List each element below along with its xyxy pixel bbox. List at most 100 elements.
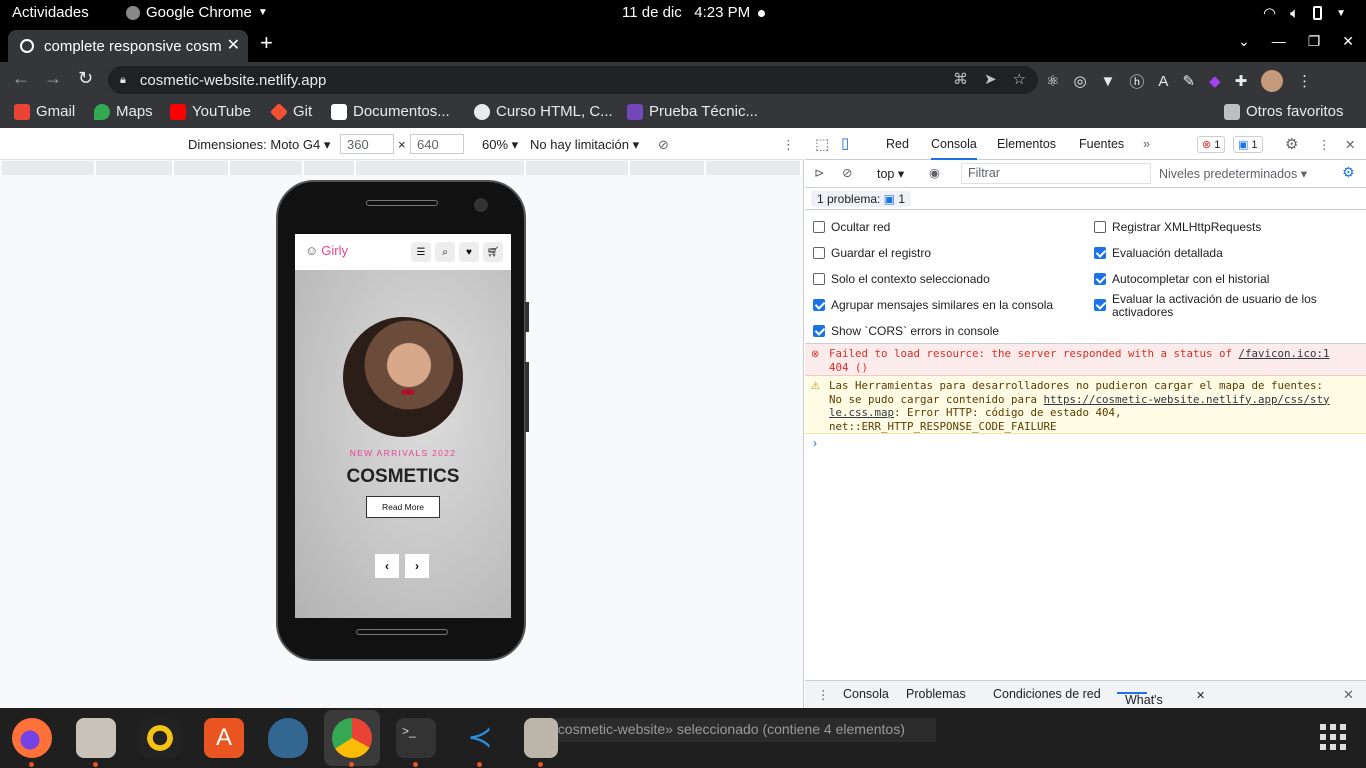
drawer-tab-whats-new[interactable]: What's New (1117, 687, 1163, 721)
bookmark-git[interactable]: Git (269, 102, 312, 121)
rotate-icon[interactable]: ⊘ (658, 137, 669, 153)
device-select[interactable]: Dimensiones: Moto G4 ▾ (188, 137, 330, 153)
address-bar[interactable]: 🔒︎ cosmetic-website.netlify.app ⌘ ➤ ☆ (108, 66, 1038, 94)
system-tray[interactable]: ◠ 🔈︎ ▼ (1263, 4, 1346, 23)
react-devtools-icon[interactable]: ⚛ (1046, 72, 1059, 90)
inspect-icon[interactable]: ⬚ (815, 135, 829, 153)
error-badge[interactable]: ⊗ 1 (1197, 136, 1226, 153)
more-options-icon[interactable]: ⋮ (782, 137, 795, 153)
more-tabs-icon[interactable]: » (1143, 137, 1150, 151)
extension-target-icon[interactable]: ◎ (1073, 72, 1086, 90)
prev-arrow-icon[interactable]: ‹ (375, 554, 399, 578)
clear-console-icon[interactable]: ⊘ (842, 165, 852, 180)
context-select[interactable]: top ▾ (877, 166, 904, 181)
extension-colorpicker-icon[interactable]: ◆ (1209, 72, 1221, 90)
tab-consola[interactable]: Consola (931, 137, 977, 160)
site-logo[interactable]: ☺ Girly (305, 243, 348, 258)
checkbox[interactable] (1094, 299, 1106, 311)
option-ocultar-red[interactable]: Ocultar red (813, 221, 890, 234)
close-tab-icon[interactable]: ✕ (227, 35, 240, 55)
checkbox[interactable] (813, 221, 825, 233)
search-icon[interactable]: ⌕ (435, 242, 455, 262)
drawer-tab-problemas[interactable]: Problemas (906, 687, 966, 701)
device-toggle-icon[interactable]: ▯ (841, 134, 849, 152)
firefox-icon[interactable] (12, 718, 52, 767)
option-agrupar-mensajes[interactable]: Agrupar mensajes similares en la consola (813, 299, 1053, 312)
drawer-menu-icon[interactable]: ⋮ (817, 687, 830, 702)
terminal-icon[interactable]: >_ (396, 718, 436, 767)
chrome-icon[interactable] (332, 718, 372, 767)
close-drawer-icon[interactable]: ✕ (1343, 687, 1354, 703)
software-store-icon[interactable]: A (204, 718, 244, 758)
error-source-link[interactable]: /favicon.ico:1 (1239, 347, 1330, 360)
extension-h-icon[interactable]: ⓗ (1129, 71, 1144, 92)
checkbox[interactable] (813, 325, 825, 337)
translate-icon[interactable]: ⌘ (953, 70, 968, 88)
checkbox[interactable] (813, 273, 825, 285)
bookmark-prueba[interactable]: Prueba Técnic... (627, 103, 758, 120)
checkbox[interactable] (1094, 221, 1106, 233)
close-window-icon[interactable]: ✕ (1342, 33, 1354, 50)
settings-gear-icon[interactable]: ⚙ (1285, 135, 1298, 153)
new-tab-icon[interactable]: + (260, 30, 273, 56)
minimize-icon[interactable]: — (1272, 33, 1286, 50)
live-expression-eye-icon[interactable]: ◉ (929, 165, 940, 180)
files-icon[interactable] (76, 718, 116, 767)
app-menu[interactable]: Google Chrome ▼ (126, 4, 268, 21)
zoom-select[interactable]: 60% ▾ (482, 137, 518, 153)
option-autocompletar[interactable]: Autocompletar con el historial (1094, 273, 1269, 286)
option-registrar-xhr[interactable]: Registrar XMLHttpRequests (1094, 221, 1261, 234)
drawer-tab-condiciones[interactable]: Condiciones de red (993, 687, 1101, 701)
option-solo-contexto[interactable]: Solo el contexto seleccionado (813, 273, 990, 286)
filter-input[interactable]: Filtrar (961, 163, 1151, 184)
activities-button[interactable]: Actividades (12, 4, 89, 21)
vue-devtools-icon[interactable]: ▼ (1101, 73, 1116, 90)
bookmark-star-icon[interactable]: ☆ (1013, 70, 1026, 88)
tab-fuentes[interactable]: Fuentes (1079, 137, 1124, 151)
levels-select[interactable]: Niveles predeterminados ▾ (1159, 166, 1307, 181)
sourcemap-link[interactable]: https://cosmetic-website.netlify.app/css… (1044, 393, 1330, 406)
browser-tab[interactable]: complete responsive cosm ✕ (8, 30, 248, 62)
sourcemap-link-cont[interactable]: le.css.map (829, 406, 894, 419)
console-settings-icon[interactable]: ⚙ (1342, 164, 1355, 181)
option-guardar-registro[interactable]: Guardar el registro (813, 247, 931, 260)
profile-avatar[interactable] (1261, 70, 1284, 92)
issues-button[interactable]: 1 problema: ▣ 1 (811, 191, 912, 207)
extension-pen-icon[interactable]: ✎ (1182, 72, 1195, 90)
checkbox[interactable] (1094, 247, 1106, 259)
forward-icon[interactable]: → (44, 68, 62, 89)
bookmark-curso[interactable]: Curso HTML, C... (474, 103, 613, 120)
sidebar-toggle-icon[interactable]: ⊳ (814, 165, 824, 180)
bookmark-gmail[interactable]: Gmail (14, 103, 75, 120)
rhythmbox-icon[interactable] (140, 718, 180, 758)
extension-a-icon[interactable]: A (1158, 73, 1168, 90)
throttle-select[interactable]: No hay limitación ▾ (530, 137, 639, 153)
tab-red[interactable]: Red (886, 137, 909, 151)
option-evaluar-activacion[interactable]: Evaluar la activación de usuario de los … (1094, 293, 1344, 319)
tab-elementos[interactable]: Elementos (997, 137, 1056, 151)
reload-icon[interactable]: ↻ (78, 68, 93, 89)
read-more-button[interactable]: Read More (366, 496, 440, 518)
close-devtools-icon[interactable]: ✕ (1345, 137, 1355, 152)
cart-icon[interactable]: 🛒︎ (483, 242, 503, 262)
checkbox[interactable] (813, 299, 825, 311)
checkbox[interactable] (1094, 273, 1106, 285)
height-input[interactable]: 640 (410, 134, 464, 154)
more-menu-icon[interactable]: ⋮ (1318, 137, 1331, 152)
next-arrow-icon[interactable]: › (405, 554, 429, 578)
send-icon[interactable]: ➤ (984, 70, 997, 88)
show-apps-icon[interactable] (1320, 724, 1346, 750)
option-cors-errors[interactable]: Show `CORS` errors in console (813, 325, 999, 338)
checkbox[interactable] (813, 247, 825, 259)
menu-icon[interactable]: ☰ (411, 242, 431, 262)
vscode-icon[interactable]: ≺ (460, 718, 500, 767)
close-tab-icon[interactable]: ✕ (1196, 689, 1205, 702)
media-query-ruler[interactable] (2, 161, 802, 175)
back-icon[interactable]: ← (12, 68, 30, 89)
width-input[interactable]: 360 (340, 134, 394, 154)
other-bookmarks[interactable]: Otros favoritos (1224, 103, 1344, 120)
pgadmin-elephant-icon[interactable] (268, 718, 308, 758)
info-badge[interactable]: ▣ 1 (1233, 136, 1263, 153)
maximize-icon[interactable]: ❐ (1308, 33, 1321, 50)
bookmark-maps[interactable]: Maps (94, 103, 153, 120)
